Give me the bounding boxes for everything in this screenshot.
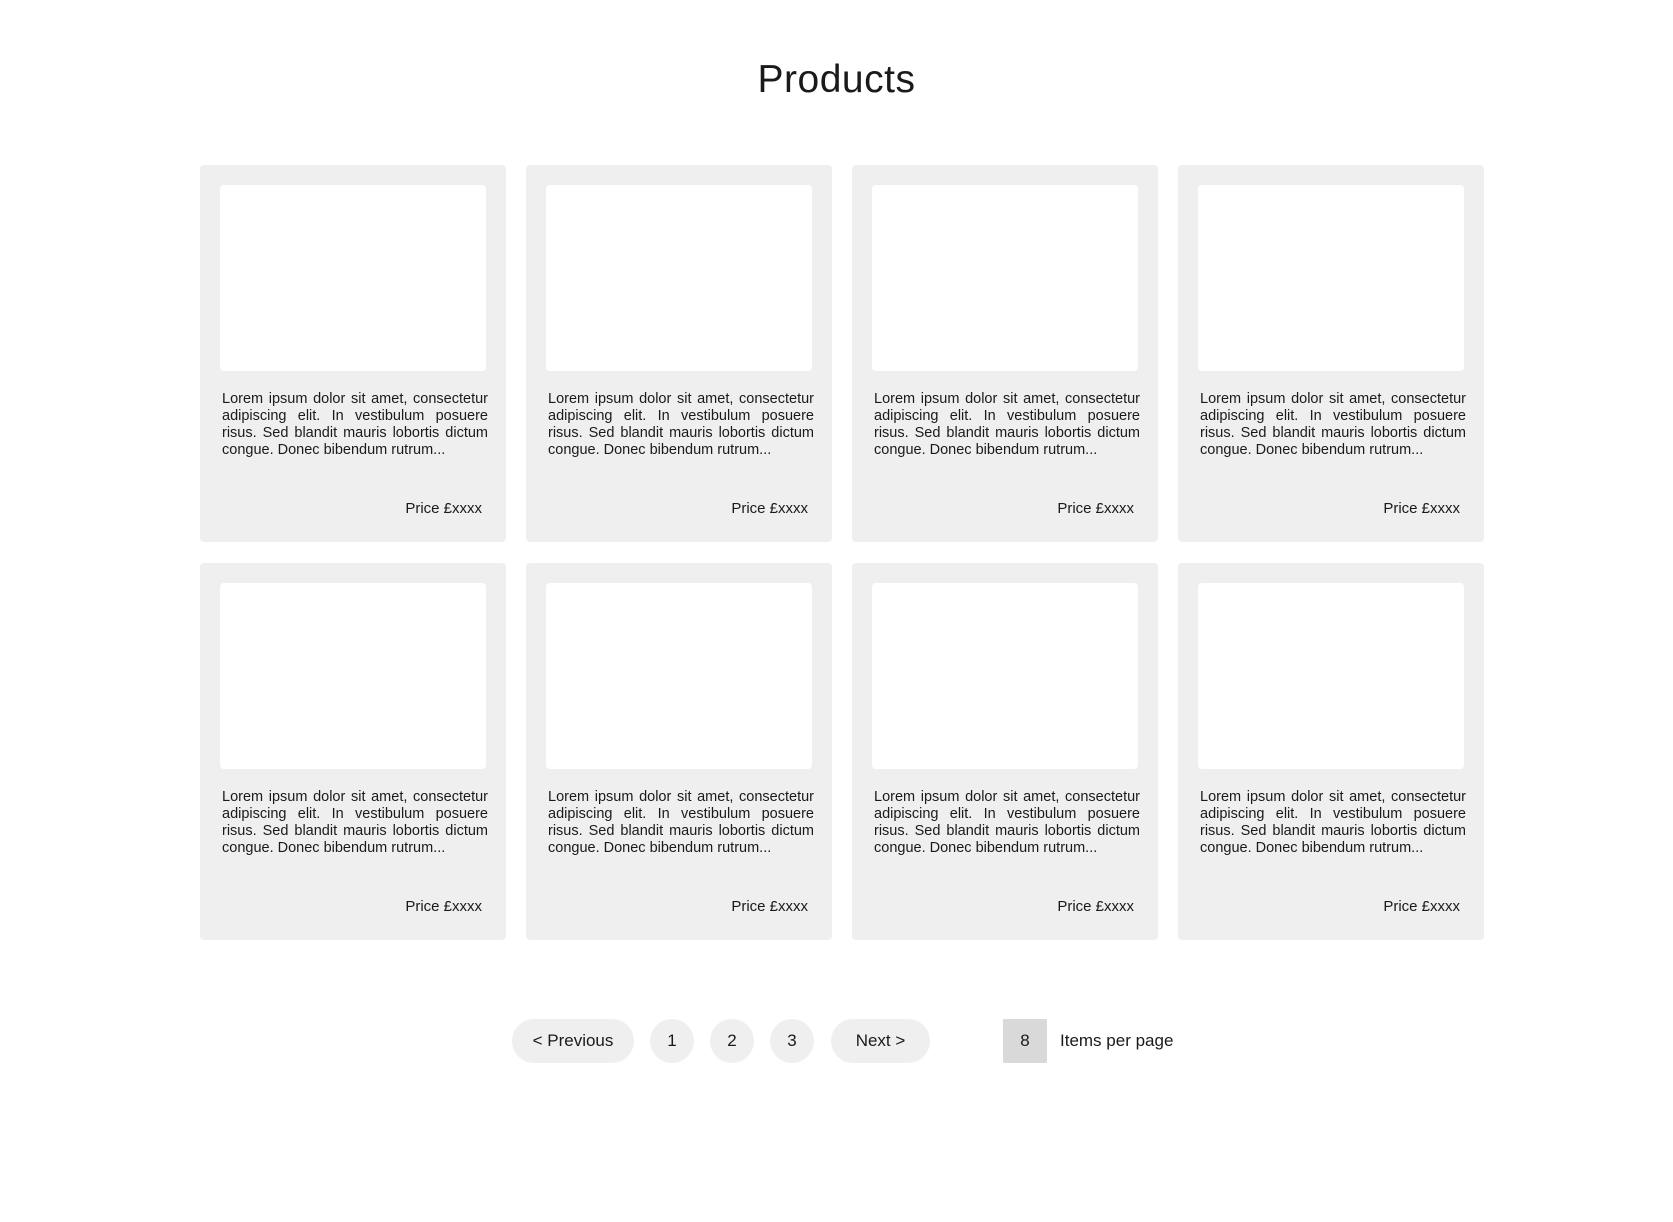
product-card[interactable]: Lorem ipsum dolor sit amet, consectetur … [1178, 165, 1484, 542]
product-description: Lorem ipsum dolor sit amet, consectetur … [1200, 789, 1466, 856]
product-description: Lorem ipsum dolor sit amet, consectetur … [1200, 391, 1466, 458]
product-card[interactable]: Lorem ipsum dolor sit amet, consectetur … [852, 165, 1158, 542]
product-grid: Lorem ipsum dolor sit amet, consectetur … [200, 165, 1485, 940]
product-description: Lorem ipsum dolor sit amet, consectetur … [222, 789, 488, 856]
page-title: Products [757, 58, 916, 101]
product-price: Price £xxxx [1383, 500, 1460, 517]
product-card[interactable]: Lorem ipsum dolor sit amet, consectetur … [200, 563, 506, 940]
product-image-placeholder [220, 185, 486, 371]
items-per-page-control: 8 Items per page [1003, 1019, 1173, 1063]
product-price: Price £xxxx [731, 898, 808, 915]
page-3-button[interactable]: 3 [770, 1019, 814, 1063]
product-image-placeholder [872, 185, 1138, 371]
product-price: Price £xxxx [1057, 500, 1134, 517]
items-per-page-select[interactable]: 8 [1003, 1019, 1047, 1063]
product-price: Price £xxxx [1057, 898, 1134, 915]
product-card[interactable]: Lorem ipsum dolor sit amet, consectetur … [526, 165, 832, 542]
page-1-button[interactable]: 1 [650, 1019, 694, 1063]
product-price: Price £xxxx [1383, 898, 1460, 915]
next-page-button[interactable]: Next > [831, 1019, 930, 1063]
product-card[interactable]: Lorem ipsum dolor sit amet, consectetur … [852, 563, 1158, 940]
product-image-placeholder [546, 185, 812, 371]
product-description: Lorem ipsum dolor sit amet, consectetur … [548, 789, 814, 856]
page-2-button[interactable]: 2 [710, 1019, 754, 1063]
product-description: Lorem ipsum dolor sit amet, consectetur … [548, 391, 814, 458]
product-image-placeholder [1198, 185, 1464, 371]
product-card[interactable]: Lorem ipsum dolor sit amet, consectetur … [200, 165, 506, 542]
product-image-placeholder [1198, 583, 1464, 769]
product-description: Lorem ipsum dolor sit amet, consectetur … [222, 391, 488, 458]
items-per-page-label: Items per page [1060, 1031, 1174, 1050]
product-card[interactable]: Lorem ipsum dolor sit amet, consectetur … [526, 563, 832, 940]
product-description: Lorem ipsum dolor sit amet, consectetur … [874, 391, 1140, 458]
product-price: Price £xxxx [405, 500, 482, 517]
product-card[interactable]: Lorem ipsum dolor sit amet, consectetur … [1178, 563, 1484, 940]
product-image-placeholder [872, 583, 1138, 769]
product-image-placeholder [546, 583, 812, 769]
product-description: Lorem ipsum dolor sit amet, consectetur … [874, 789, 1140, 856]
pagination: < Previous 1 2 3 Next > [512, 1019, 930, 1063]
product-price: Price £xxxx [731, 500, 808, 517]
previous-page-button[interactable]: < Previous [512, 1019, 634, 1063]
product-price: Price £xxxx [405, 898, 482, 915]
product-image-placeholder [220, 583, 486, 769]
